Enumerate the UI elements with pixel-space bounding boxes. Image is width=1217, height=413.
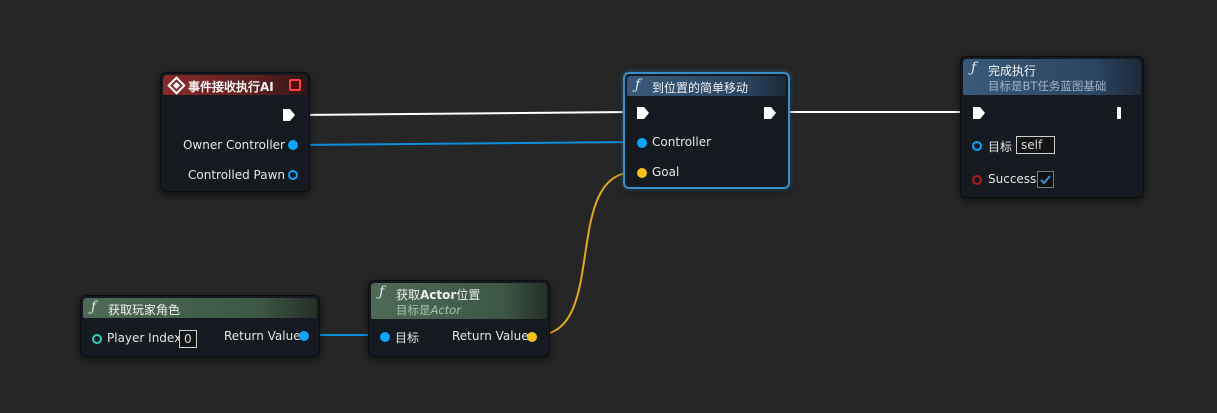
exec-out-pin[interactable] xyxy=(764,107,776,119)
goal-label: Goal xyxy=(652,165,680,179)
target-pin[interactable] xyxy=(380,332,390,342)
return-value-label: Return Value xyxy=(452,329,529,343)
function-icon: ƒ xyxy=(971,60,977,76)
target-pin[interactable] xyxy=(972,141,982,151)
finish-execute-title: 完成执行 xyxy=(988,64,1037,78)
vector-wire-location-to-goal xyxy=(536,171,636,336)
get-player-character-header[interactable]: ƒ 获取玩家角色 xyxy=(83,298,317,318)
success-label: Success xyxy=(988,172,1037,186)
goal-pin[interactable] xyxy=(637,168,647,178)
checkmark-icon xyxy=(1040,175,1051,185)
get-actor-location-title: 获取Actor位置 xyxy=(396,288,481,302)
simple-move-title: 到位置的简单移动 xyxy=(652,81,749,95)
delegate-icon[interactable] xyxy=(289,79,301,91)
exec-pin-icon[interactable] xyxy=(283,109,295,121)
event-node-title: 事件接收执行AI xyxy=(188,80,274,94)
controller-label: Controller xyxy=(652,135,712,149)
success-checkbox[interactable] xyxy=(1037,171,1054,188)
get-player-character-node[interactable]: ƒ 获取玩家角色 Player Index 0 Return Value xyxy=(80,295,320,357)
exec-in-pin[interactable] xyxy=(637,107,649,119)
simple-move-node[interactable]: ƒ 到位置的简单移动 Controller Goal xyxy=(623,72,790,189)
controller-pin[interactable] xyxy=(637,138,647,148)
event-node-header[interactable]: 事件接收执行AI xyxy=(163,75,307,95)
target-label: 目标 xyxy=(988,140,1013,154)
controlled-pawn-pin[interactable] xyxy=(288,170,298,180)
exec-out-bar[interactable] xyxy=(1117,107,1121,119)
exec-in-pin[interactable] xyxy=(973,107,985,119)
player-index-field[interactable]: 0 xyxy=(179,330,197,348)
exec-wire-event-to-move xyxy=(297,111,631,116)
function-icon: ƒ xyxy=(91,299,97,315)
event-node-receive-execute-ai[interactable]: 事件接收执行AI Owner Controller Controlled Paw… xyxy=(160,72,310,192)
simple-move-header[interactable]: ƒ 到位置的简单移动 xyxy=(627,76,786,96)
return-value-label: Return Value xyxy=(224,329,301,343)
event-diamond-icon xyxy=(167,76,186,95)
function-icon: ƒ xyxy=(379,284,385,300)
finish-execute-subtitle: 目标是BT任务蓝图基础 xyxy=(988,79,1107,93)
return-value-pin[interactable] xyxy=(527,332,537,342)
get-actor-location-header[interactable]: ƒ 获取Actor位置 目标是Actor xyxy=(371,283,547,319)
target-label: 目标 xyxy=(395,331,420,345)
blueprint-graph[interactable]: 事件接收执行AI Owner Controller Controlled Paw… xyxy=(0,0,1217,413)
finish-execute-node[interactable]: ƒ 完成执行 目标是BT任务蓝图基础 目标 self Success xyxy=(960,56,1144,198)
get-player-character-title: 获取玩家角色 xyxy=(108,303,181,317)
player-index-pin[interactable] xyxy=(92,334,102,344)
owner-controller-label: Owner Controller xyxy=(182,138,285,152)
return-value-pin[interactable] xyxy=(299,331,309,341)
finish-execute-header[interactable]: ƒ 完成执行 目标是BT任务蓝图基础 xyxy=(963,59,1141,95)
success-pin[interactable] xyxy=(972,175,982,185)
owner-controller-pin[interactable] xyxy=(288,140,298,150)
player-index-label: Player Index xyxy=(107,331,182,345)
controlled-pawn-label: Controlled Pawn xyxy=(188,168,285,182)
get-actor-location-subtitle: 目标是Actor xyxy=(396,303,461,317)
object-wire-owner-to-controller xyxy=(296,141,636,146)
function-icon: ƒ xyxy=(635,77,641,93)
get-actor-location-node[interactable]: ƒ 获取Actor位置 目标是Actor 目标 Return Value xyxy=(368,280,550,357)
target-self-field[interactable]: self xyxy=(1016,136,1055,154)
